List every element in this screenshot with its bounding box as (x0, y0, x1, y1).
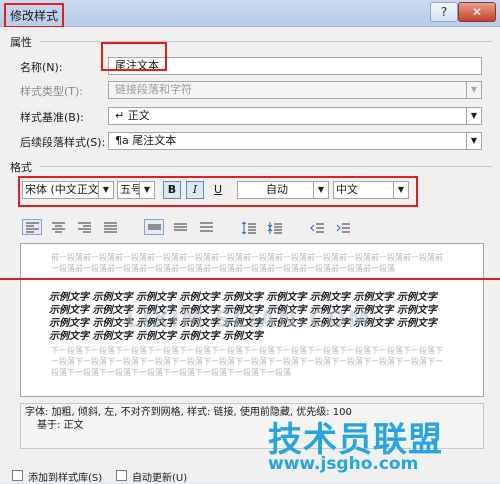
chevron-down-icon: ▼ (466, 133, 481, 149)
style-type-select[interactable]: 链接段落和字符 ▼ (108, 81, 482, 99)
one-half-spacing-button[interactable] (170, 219, 190, 235)
title-bar: 修改样式 ? ✕ (0, 0, 500, 28)
help-button[interactable]: ? (430, 2, 458, 22)
align-left-icon (26, 222, 39, 233)
style-type-value: 链接段落和字符 (115, 83, 192, 96)
align-left-button[interactable] (22, 219, 42, 235)
preview-next-paragraph: 下一段落下一段落下一段落下一段落下一段落下一段落下一段落下一段落下一段落下一段落… (51, 346, 443, 377)
decrease-indent-button[interactable] (306, 219, 326, 235)
add-to-gallery-label: 添加到样式库(S) (28, 473, 103, 484)
decrease-indent-icon (310, 223, 324, 233)
properties-heading: 属性 (10, 36, 32, 49)
chevron-down-icon: ▼ (466, 108, 481, 124)
align-right-button[interactable] (74, 219, 94, 235)
name-label: 名称(N): (20, 61, 63, 74)
increase-indent-icon (336, 223, 350, 233)
style-type-label: 样式类型(T): (20, 85, 84, 98)
name-highlight-box (101, 42, 167, 71)
decrease-space-button[interactable] (264, 219, 284, 235)
annotation-red-line (0, 278, 500, 280)
preview-previous-paragraph: 前一段落前一段落前一段落前一段落前一段落前一段落前一段落前一段落前一段落前一段落… (51, 253, 443, 273)
chevron-down-icon: ▼ (466, 82, 481, 98)
brand-url: www.jsgho.com (268, 454, 419, 474)
close-button[interactable]: ✕ (458, 2, 496, 22)
site-watermark: LIXIM SLIAN.COM (126, 308, 372, 333)
add-to-gallery-checkbox[interactable] (12, 470, 23, 481)
following-style-value: ¶a 尾注文本 (115, 134, 177, 147)
single-spacing-icon (148, 224, 161, 230)
following-style-label: 后续段落样式(S): (20, 136, 106, 149)
justify-button[interactable] (100, 219, 120, 235)
based-on-label: 样式基准(B): (20, 111, 84, 124)
single-spacing-button[interactable] (144, 219, 164, 235)
increase-space-button[interactable] (238, 219, 258, 235)
auto-update-checkbox[interactable] (116, 470, 127, 481)
align-right-icon (78, 222, 91, 233)
align-center-button[interactable] (48, 219, 68, 235)
based-on-select[interactable]: ↵ 正文 ▼ (108, 107, 482, 125)
justify-icon (104, 222, 117, 233)
auto-update-label: 自动更新(U) (132, 473, 188, 484)
align-center-icon (52, 222, 65, 233)
following-style-select[interactable]: ¶a 尾注文本 ▼ (108, 132, 482, 150)
double-spacing-icon (200, 222, 213, 232)
format-highlight-box (18, 176, 418, 207)
double-spacing-button[interactable] (196, 219, 216, 235)
dialog-title: 修改样式 (4, 3, 65, 28)
format-heading: 格式 (10, 161, 32, 174)
decrease-spacing-icon (268, 222, 282, 234)
based-on-value: ↵ 正文 (115, 109, 150, 122)
format-divider (40, 166, 492, 167)
one-half-spacing-icon (174, 223, 187, 231)
increase-indent-button[interactable] (332, 219, 352, 235)
increase-spacing-icon (242, 222, 256, 234)
